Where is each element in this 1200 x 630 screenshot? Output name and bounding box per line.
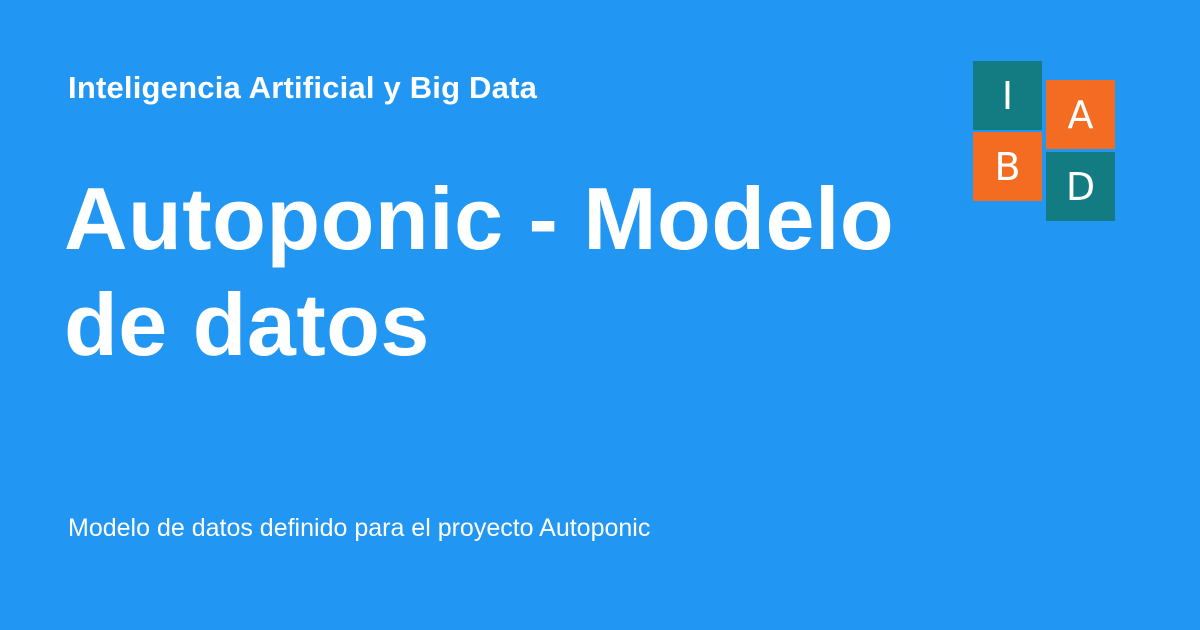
logo-tile-b: B	[973, 132, 1042, 201]
logo-tile-a: A	[1046, 80, 1115, 149]
site-name: Inteligencia Artificial y Big Data	[68, 70, 538, 105]
iabd-logo: I A B D	[973, 60, 1115, 221]
logo-tile-i: I	[973, 61, 1042, 130]
page-description: Modelo de datos definido para el proyect…	[68, 514, 651, 542]
page-title: Autoponic - Modelo de datos	[64, 169, 895, 374]
logo-tile-d: D	[1046, 152, 1115, 221]
